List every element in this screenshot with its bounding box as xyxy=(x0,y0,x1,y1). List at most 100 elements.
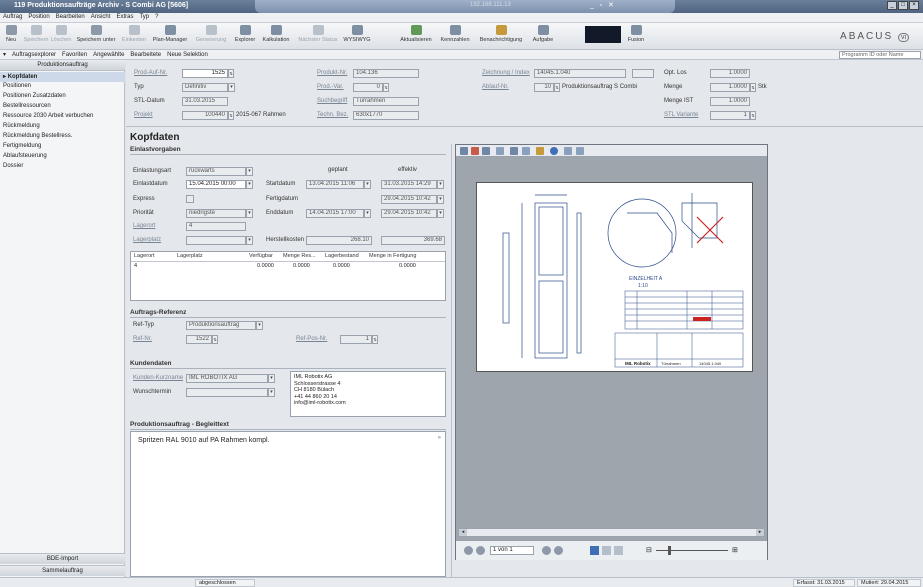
zoom-in-icon[interactable] xyxy=(496,147,504,155)
column-header-lagerort[interactable]: Lagerort xyxy=(134,252,155,261)
projekt-stepper[interactable]: ⇅ xyxy=(228,111,234,120)
menu-help[interactable]: ? xyxy=(152,13,161,20)
fullscreen-icon[interactable] xyxy=(576,147,584,155)
wunschtermin-dropdown-icon[interactable]: ▾ xyxy=(268,388,275,397)
prod-auf-nr-field[interactable]: 1525 xyxy=(182,69,228,78)
neue-selektion-link[interactable]: Neue Selektion xyxy=(164,51,211,58)
ref-pos-nr-field[interactable]: 1 xyxy=(340,335,372,344)
zeichnung-index-field[interactable] xyxy=(632,69,654,78)
lagerort-label[interactable]: Lagerort xyxy=(133,223,155,229)
projekt-field[interactable]: 100440 xyxy=(182,111,228,120)
scroll-left-icon[interactable]: ◂ xyxy=(459,529,467,536)
sidebar-item-bestellressourcen[interactable]: Bestellressourcen xyxy=(0,102,125,112)
herstellkosten-effektiv-field[interactable]: 369.68 xyxy=(381,236,445,245)
einlastungsart-select[interactable]: rückwärts xyxy=(186,167,246,176)
sidebar-item-dossier[interactable]: Dossier xyxy=(0,162,125,172)
kunden-kurzname-label[interactable]: Kunden-Kurzname xyxy=(133,375,183,381)
lagerort-field[interactable]: 4 xyxy=(186,222,246,231)
sidebar-item-ablaufsteuerung[interactable]: Ablaufsteuerung xyxy=(0,152,125,162)
stl-variante-stepper[interactable]: ⇅ xyxy=(750,111,756,120)
ref-nr-stepper[interactable]: ⇅ xyxy=(212,335,218,344)
kunden-kurzname-field[interactable]: IML ROBOTIX AG xyxy=(186,374,268,383)
fit-page-icon[interactable] xyxy=(522,147,530,155)
task-button[interactable]: Aufgabe xyxy=(528,25,558,48)
bearbeitete-link[interactable]: Bearbeitete xyxy=(127,51,164,58)
einlastungsart-dropdown-icon[interactable]: ▾ xyxy=(246,167,253,176)
startdatum-geplant-field[interactable]: 13.04.2015 11:06 xyxy=(306,180,364,189)
ablauf-nr-stepper[interactable]: ⇅ xyxy=(554,83,560,92)
menu-ansicht[interactable]: Ansicht xyxy=(88,13,114,20)
column-header-menge-res[interactable]: Menge Res... xyxy=(283,252,316,261)
two-page-view-icon[interactable] xyxy=(602,546,611,555)
prod-var-label[interactable]: Prod.-Var. xyxy=(317,84,344,90)
typ-dropdown-icon[interactable]: ▾ xyxy=(228,83,235,92)
ablauf-nr-label[interactable]: Ablauf-Nr. xyxy=(482,84,509,90)
fertigdatum-effektiv-dropdown-icon[interactable]: ▾ xyxy=(437,195,444,204)
zeichnung-field[interactable]: 14045.1.040 xyxy=(534,69,626,78)
sidebar-item-fertigmeldung[interactable]: Fertigmeldung xyxy=(0,142,125,152)
menu-position[interactable]: Position xyxy=(25,13,52,20)
refresh-button[interactable]: Aktualisieren xyxy=(397,25,435,48)
prod-auf-nr-label[interactable]: Prod-Auf-Nr. xyxy=(134,70,167,76)
save-document-icon[interactable] xyxy=(482,147,490,155)
zeichnung-label[interactable]: Zeichnung / Index xyxy=(482,70,530,76)
stl-datum-field[interactable]: 31.03.2015 xyxy=(182,97,228,106)
menu-extras[interactable]: Extras xyxy=(113,13,136,20)
ablauf-nr-field[interactable]: 10 xyxy=(534,83,554,92)
plan-manager-button[interactable]: Plan-Manager xyxy=(150,25,190,48)
favoriten-link[interactable]: Favoriten xyxy=(59,51,90,58)
sidebar-item-ressource-2030[interactable]: Ressource 2030 Arbeit verbuchen xyxy=(0,112,125,122)
scroll-right-icon[interactable]: ▸ xyxy=(756,529,764,536)
ref-pos-nr-label[interactable]: Ref-Pos-Nr. xyxy=(296,336,327,342)
save-button[interactable]: Speichern xyxy=(22,25,50,48)
menge-stepper[interactable]: ⇅ xyxy=(750,83,756,92)
sidebar-item-rueckmeldung-bestellress[interactable]: Rückmeldung Bestellress. xyxy=(0,132,125,142)
lagerplatz-label[interactable]: Lagerplatz xyxy=(133,237,161,243)
menge-ist-field[interactable]: 1.0000 xyxy=(710,97,750,106)
pdf-icon[interactable] xyxy=(471,147,479,155)
prod-var-field[interactable]: 0 xyxy=(353,83,383,92)
suchbegriff-field[interactable]: Türrahmen xyxy=(353,97,419,106)
chevron-down-icon[interactable]: ▾ xyxy=(0,50,9,58)
zoom-slider-handle[interactable] xyxy=(668,546,671,555)
ref-typ-select[interactable]: Produktionsauftrag xyxy=(186,321,256,330)
projekt-label[interactable]: Projekt xyxy=(134,112,153,118)
express-checkbox[interactable] xyxy=(186,195,194,203)
column-header-lagerplatz[interactable]: Lagerplatz xyxy=(177,252,203,261)
print-icon[interactable] xyxy=(460,147,468,155)
lagerplatz-dropdown-icon[interactable]: ▾ xyxy=(246,236,253,245)
menu-auftrag[interactable]: Auftrag xyxy=(0,13,25,20)
produkt-nr-field[interactable]: 104.136 xyxy=(353,69,419,78)
sidebar-item-positionen[interactable]: Positionen xyxy=(0,82,125,92)
fusion-button[interactable]: Fusion xyxy=(624,25,648,48)
next-page-icon[interactable] xyxy=(542,546,551,555)
column-header-menge-in-fertigung[interactable]: Menge in Fertigung xyxy=(369,252,416,261)
ref-nr-label[interactable]: Ref-Nr. xyxy=(133,336,152,342)
sidebar-item-kopfdaten[interactable]: ▸ Kopfdaten xyxy=(0,72,125,82)
auftragsexplorer-link[interactable]: Auftragsexplorer xyxy=(9,51,59,58)
startdatum-effektiv-dropdown-icon[interactable]: ▾ xyxy=(437,180,444,189)
horizontal-scrollbar[interactable]: ◂ ▸ xyxy=(458,528,765,537)
last-page-icon[interactable] xyxy=(554,546,563,555)
explorer-button[interactable]: Explorer xyxy=(231,25,259,48)
first-page-icon[interactable] xyxy=(464,546,473,555)
program-search-input[interactable]: Programm ID oder Name xyxy=(839,51,921,59)
wysiwyg-button[interactable]: WYSIWYG xyxy=(342,25,372,48)
startdatum-geplant-dropdown-icon[interactable]: ▾ xyxy=(364,180,371,189)
ref-nr-field[interactable]: 1522 xyxy=(186,335,212,344)
begleittext-editor[interactable]: Spritzen RAL 9010 auf PA Rahmen kompl. » xyxy=(130,431,446,577)
maximize-button[interactable]: □ xyxy=(898,1,908,10)
einkesten-button[interactable]: Einkesten xyxy=(120,25,148,48)
techn-bez-label[interactable]: Techn. Bez. xyxy=(317,112,348,118)
ref-pos-nr-stepper[interactable]: ⇅ xyxy=(372,335,378,344)
sammelauftrag-button[interactable]: Sammelauftrag xyxy=(0,565,125,576)
einlastdatum-field[interactable]: 15.04.2015 00:00 xyxy=(186,180,246,189)
search-icon[interactable] xyxy=(564,147,572,155)
menu-bearbeiten[interactable]: Bearbeiten xyxy=(53,13,88,20)
techn-bez-field[interactable]: 630x1770 xyxy=(353,111,419,120)
enddatum-effektiv-dropdown-icon[interactable]: ▾ xyxy=(437,209,444,218)
opt-los-field[interactable]: 1.0000 xyxy=(710,69,750,78)
delete-button[interactable]: Löschen xyxy=(50,25,72,48)
save-as-button[interactable]: Speichern unter xyxy=(74,25,118,48)
lagerplatz-field[interactable] xyxy=(186,236,246,245)
